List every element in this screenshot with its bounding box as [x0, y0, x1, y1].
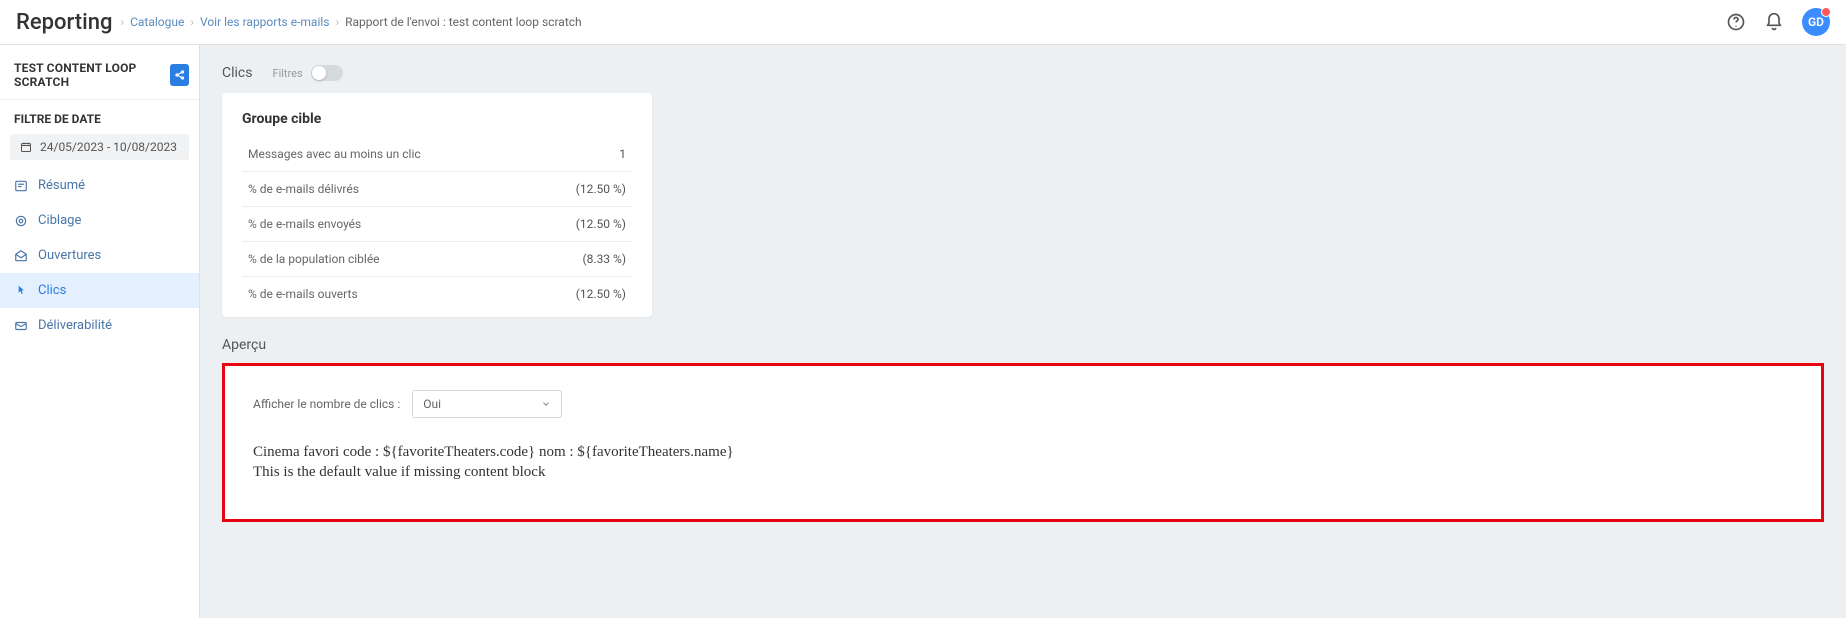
- sidebar-item-label: Clics: [38, 283, 66, 298]
- stat-value: (8.33 %): [583, 252, 626, 266]
- stat-label: Messages avec au moins un clic: [248, 147, 421, 161]
- sidebar-item-label: Résumé: [38, 178, 85, 193]
- header-left: Reporting › Catalogue › Voir les rapport…: [16, 10, 582, 35]
- breadcrumb: › Catalogue › Voir les rapports e-mails …: [120, 15, 581, 29]
- show-clicks-label: Afficher le nombre de clics :: [253, 397, 400, 411]
- filters-toggle-wrap: Filtres: [272, 65, 342, 81]
- top-header: Reporting › Catalogue › Voir les rapport…: [0, 0, 1846, 45]
- date-range-text: 24/05/2023 - 10/08/2023: [40, 140, 177, 154]
- sidebar-item-label: Ciblage: [38, 213, 81, 228]
- breadcrumb-sep: ›: [335, 15, 339, 29]
- stat-row: % de e-mails envoyés (12.50 %): [242, 207, 632, 242]
- breadcrumb-current: Rapport de l'envoi : test content loop s…: [345, 15, 582, 29]
- section-title: Clics: [222, 65, 252, 81]
- filters-toggle[interactable]: [311, 65, 343, 81]
- breadcrumb-catalogue[interactable]: Catalogue: [130, 15, 184, 29]
- preview-controls: Afficher le nombre de clics : Oui: [253, 390, 1793, 418]
- sidebar-title-row: TEST CONTENT LOOP SCRATCH: [0, 45, 199, 99]
- sidebar: TEST CONTENT LOOP SCRATCH FILTRE DE DATE…: [0, 45, 200, 618]
- preview-title: Aperçu: [222, 337, 1824, 353]
- preview-line-1: Cinema favori code : ${favoriteTheaters.…: [253, 442, 1793, 462]
- bell-icon[interactable]: [1764, 12, 1784, 32]
- pointer-icon: [14, 284, 28, 298]
- show-clicks-value: Oui: [423, 397, 441, 411]
- avatar[interactable]: GD: [1802, 8, 1830, 36]
- stat-value: 1: [619, 147, 626, 161]
- main-content: Clics Filtres Groupe cible Messages avec…: [200, 45, 1846, 618]
- sidebar-item-ouvertures[interactable]: Ouvertures: [0, 238, 199, 273]
- share-icon: [174, 69, 186, 81]
- sidebar-item-ciblage[interactable]: Ciblage: [0, 203, 199, 238]
- preview-panel: Afficher le nombre de clics : Oui Cinema…: [222, 363, 1824, 522]
- stat-row: % de e-mails délivrés (12.50 %): [242, 172, 632, 207]
- breadcrumb-sep: ›: [190, 15, 194, 29]
- preview-content: Cinema favori code : ${favoriteTheaters.…: [253, 442, 1793, 483]
- breadcrumb-view-reports[interactable]: Voir les rapports e-mails: [200, 15, 330, 29]
- stat-label: % de e-mails ouverts: [248, 287, 358, 301]
- stat-value: (12.50 %): [576, 182, 626, 196]
- sidebar-title: TEST CONTENT LOOP SCRATCH: [14, 61, 170, 89]
- envelope-icon: [14, 319, 28, 333]
- show-clicks-select[interactable]: Oui: [412, 390, 562, 418]
- stat-row: % de la population ciblée (8.33 %): [242, 242, 632, 277]
- summary-icon: [14, 179, 28, 193]
- stat-value: (12.50 %): [576, 287, 626, 301]
- stat-value: (12.50 %): [576, 217, 626, 231]
- target-icon: [14, 214, 28, 228]
- target-group-card: Groupe cible Messages avec au moins un c…: [222, 93, 652, 317]
- envelope-open-icon: [14, 249, 28, 263]
- stat-label: % de e-mails envoyés: [248, 217, 361, 231]
- sidebar-nav: Résumé Ciblage Ouvertures Clics: [0, 168, 199, 343]
- preview-line-2: This is the default value if missing con…: [253, 462, 1793, 482]
- section-header: Clics Filtres: [222, 65, 1824, 81]
- header-right: GD: [1726, 8, 1830, 36]
- calendar-icon: [20, 141, 32, 153]
- card-title: Groupe cible: [242, 111, 632, 127]
- sidebar-item-clics[interactable]: Clics: [0, 273, 199, 308]
- sidebar-item-resume[interactable]: Résumé: [0, 168, 199, 203]
- breadcrumb-sep: ›: [120, 15, 124, 29]
- sidebar-item-label: Déliverabilité: [38, 318, 112, 333]
- sidebar-item-deliverabilite[interactable]: Déliverabilité: [0, 308, 199, 343]
- page-title: Reporting: [16, 10, 112, 35]
- help-icon[interactable]: [1726, 12, 1746, 32]
- filters-label: Filtres: [272, 67, 302, 80]
- share-button[interactable]: [170, 64, 189, 86]
- stat-label: % de la population ciblée: [248, 252, 380, 266]
- date-range-picker[interactable]: 24/05/2023 - 10/08/2023: [10, 134, 189, 160]
- body: TEST CONTENT LOOP SCRATCH FILTRE DE DATE…: [0, 45, 1846, 618]
- date-filter-label: FILTRE DE DATE: [0, 99, 199, 134]
- stat-row: % de e-mails ouverts (12.50 %): [242, 277, 632, 311]
- chevron-down-icon: [541, 399, 551, 409]
- stat-label: % de e-mails délivrés: [248, 182, 359, 196]
- stat-row: Messages avec au moins un clic 1: [242, 137, 632, 172]
- sidebar-item-label: Ouvertures: [38, 248, 101, 263]
